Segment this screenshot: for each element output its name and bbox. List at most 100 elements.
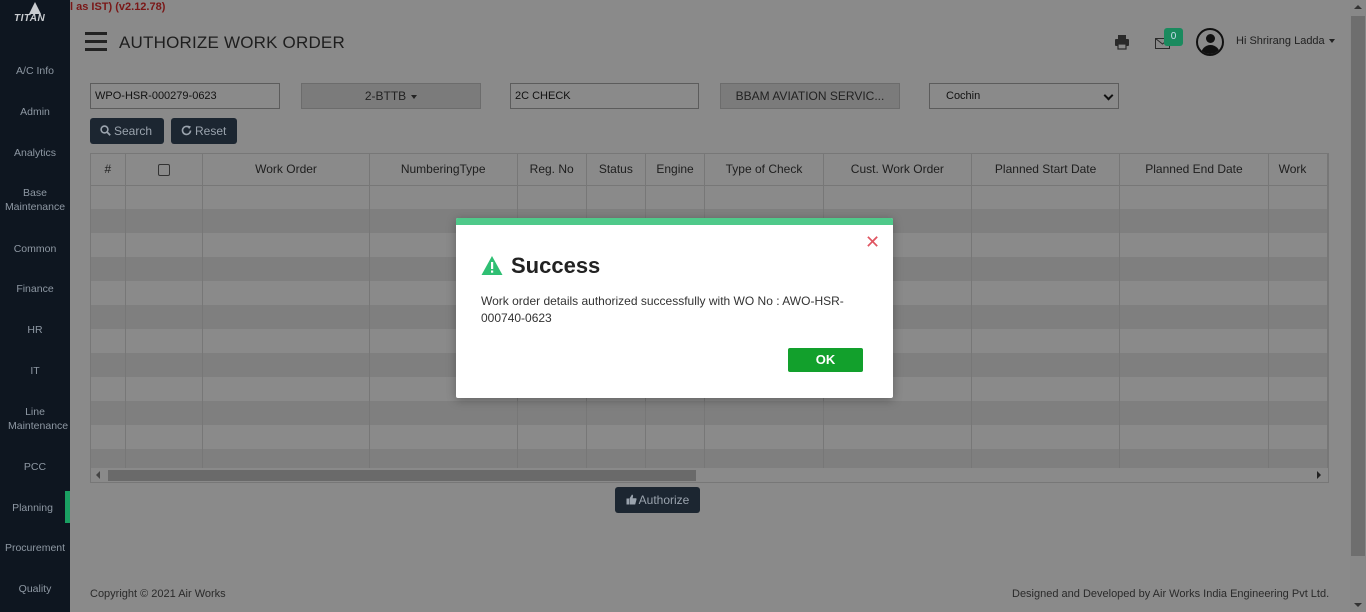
column-header-planned-end-date[interactable]: Planned End Date [1119, 154, 1269, 186]
table-cell [125, 329, 204, 353]
table-cell [1268, 185, 1328, 209]
sidebar-item-it[interactable]: IT [0, 364, 70, 378]
sidebar-item-pcc[interactable]: PCC [0, 460, 70, 474]
table-cell [1268, 329, 1328, 353]
registration-dropdown[interactable]: 2-BTTB [301, 83, 481, 109]
sidebar-item-base-maintenance[interactable]: Base Maintenance [0, 186, 70, 214]
table-cell [823, 185, 972, 209]
table-cell [1119, 209, 1269, 233]
refresh-icon [181, 125, 192, 136]
table-cell [125, 233, 204, 257]
column-header-type-of-check[interactable]: Type of Check [704, 154, 824, 186]
table-cell [202, 353, 370, 377]
table-cell [704, 401, 824, 425]
sidebar-item-analytics[interactable]: Analytics [0, 146, 70, 160]
page-scrollbar-thumb[interactable] [1351, 16, 1365, 556]
table-cell [586, 185, 646, 209]
table-header-row: # Work Order NumberingType Reg. No Statu… [91, 154, 1328, 186]
user-menu[interactable]: Hi Shrirang Ladda [1236, 35, 1335, 47]
column-header-work[interactable]: Work [1268, 154, 1328, 186]
scroll-left-arrow-icon[interactable] [96, 471, 100, 479]
table-cell [202, 233, 370, 257]
table-cell [1119, 377, 1269, 401]
column-header-planned-start-date[interactable]: Planned Start Date [971, 154, 1121, 186]
sidebar-item-planning[interactable]: Planning [0, 501, 65, 515]
table-cell [202, 209, 370, 233]
table-cell [202, 425, 370, 449]
version-text: l as IST) (v2.12.78) [70, 1, 166, 13]
hamburger-menu-icon[interactable] [85, 32, 107, 52]
column-header-engine[interactable]: Engine [645, 154, 706, 186]
print-icon[interactable] [1114, 34, 1130, 50]
reset-button[interactable]: Reset [171, 118, 237, 144]
titan-logo[interactable]: TITAN [12, 2, 58, 32]
table-cell [823, 401, 972, 425]
column-header-reg-no[interactable]: Reg. No [517, 154, 587, 186]
table-cell [971, 305, 1121, 329]
table-cell [1119, 329, 1269, 353]
table-cell [125, 185, 204, 209]
column-header-status[interactable]: Status [586, 154, 646, 186]
sidebar-item-line-maintenance[interactable]: Line Maintenance [0, 405, 70, 433]
table-cell [1268, 353, 1328, 377]
table-cell [971, 233, 1121, 257]
column-header-cust-work-order[interactable]: Cust. Work Order [823, 154, 972, 186]
success-dialog: ✕ Success Work order details authorized … [456, 218, 893, 398]
work-order-input[interactable]: WPO-HSR-000279-0623 [90, 83, 280, 109]
table-cell [586, 401, 646, 425]
table-cell [125, 209, 204, 233]
table-cell [125, 257, 204, 281]
sidebar-item-procurement[interactable]: Procurement [0, 541, 70, 555]
sidebar: TITAN A/C Info Admin Analytics Base Main… [0, 0, 70, 612]
sidebar-item-ac-info[interactable]: A/C Info [0, 64, 70, 78]
table-cell [369, 425, 518, 449]
dialog-message: Work order details authorized successful… [481, 294, 844, 325]
scrollbar-thumb[interactable] [108, 470, 696, 481]
user-circle-icon[interactable] [1196, 28, 1224, 56]
notification-badge[interactable]: 0 [1164, 28, 1183, 46]
table-cell [91, 401, 126, 425]
footer-credit: Designed and Developed by Air Works Indi… [1012, 588, 1330, 600]
ok-button[interactable]: OK [788, 348, 863, 372]
table-cell [1119, 353, 1269, 377]
table-cell [125, 425, 204, 449]
table-cell [971, 329, 1121, 353]
table-cell [125, 353, 204, 377]
table-cell [91, 305, 126, 329]
search-button[interactable]: Search [90, 118, 164, 144]
table-cell [202, 305, 370, 329]
check-type-input[interactable]: 2C CHECK [510, 83, 699, 109]
scroll-right-arrow-icon[interactable] [1317, 471, 1321, 479]
sidebar-item-admin[interactable]: Admin [0, 105, 70, 119]
table-cell [823, 425, 972, 449]
table-cell [369, 185, 518, 209]
table-cell [202, 329, 370, 353]
table-cell [202, 281, 370, 305]
user-greeting: Hi Shrirang Ladda [1236, 35, 1325, 47]
close-icon[interactable]: ✕ [865, 233, 880, 251]
table-cell [125, 401, 204, 425]
station-select[interactable]: Cochin [929, 83, 1119, 109]
table-cell [91, 209, 126, 233]
sidebar-item-quality[interactable]: Quality [0, 582, 70, 596]
dialog-title: Success [511, 253, 601, 278]
sidebar-item-finance[interactable]: Finance [0, 282, 70, 296]
logo-text: TITAN [14, 13, 46, 24]
column-header-numbering-type[interactable]: NumberingType [369, 154, 518, 186]
table-cell [91, 329, 126, 353]
customer-dropdown[interactable]: BBAM AVIATION SERVIC... [720, 83, 900, 109]
page-vertical-scrollbar[interactable] [1350, 0, 1366, 612]
select-all-checkbox[interactable] [157, 164, 170, 177]
station-value: Cochin [946, 90, 981, 102]
table-cell [202, 185, 370, 209]
table-cell [971, 353, 1121, 377]
scroll-down-arrow-icon[interactable] [1354, 603, 1362, 607]
authorize-label: Authorize [638, 493, 690, 507]
table-cell [1119, 281, 1269, 305]
column-header-work-order[interactable]: Work Order [202, 154, 370, 186]
sidebar-item-common[interactable]: Common [0, 242, 70, 256]
sidebar-item-hr[interactable]: HR [0, 323, 70, 337]
scroll-up-arrow-icon[interactable] [1354, 5, 1362, 9]
authorize-button[interactable]: Authorize [615, 487, 700, 513]
horizontal-scrollbar[interactable] [91, 468, 1328, 482]
